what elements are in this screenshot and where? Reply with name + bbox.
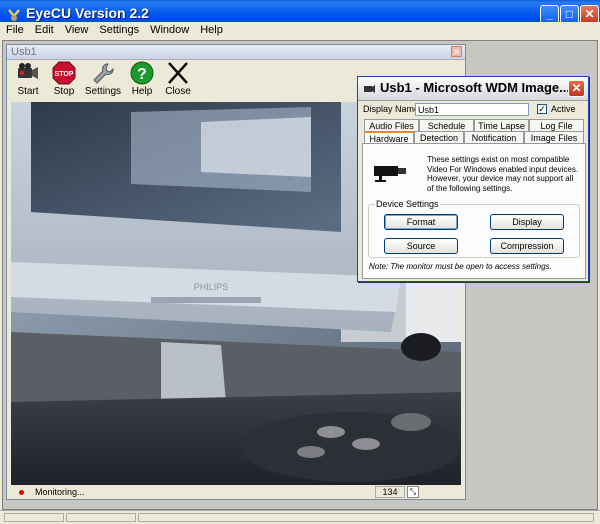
child-title: Usb1: [11, 46, 37, 58]
help-label: Help: [131, 86, 153, 97]
child-close-button[interactable]: ✕: [451, 46, 462, 57]
dialog-close-button[interactable]: ✕: [568, 80, 585, 97]
active-checkbox[interactable]: ✓: [537, 104, 547, 114]
close-button[interactable]: Close: [161, 61, 195, 99]
webcam-icon: [373, 163, 407, 183]
resize-grip-icon[interactable]: ⤡: [407, 486, 419, 498]
device-settings-group: Device Settings Format Display Source Co…: [368, 199, 580, 258]
display-name-input[interactable]: Usb1: [415, 103, 529, 116]
dialog-title-bar[interactable]: Usb1 - Microsoft WDM Image... ✕: [358, 77, 588, 101]
close-x-icon: [165, 61, 191, 85]
menu-edit[interactable]: Edit: [29, 22, 59, 36]
app-status-bar: [0, 510, 600, 524]
camera-icon: [363, 82, 376, 95]
tab-schedule[interactable]: Schedule: [419, 119, 474, 131]
child-status-bar: Monitoring... 134 ⤡: [11, 486, 461, 499]
monitoring-status: Monitoring...: [35, 487, 85, 497]
device-settings-group-label: Device Settings: [375, 199, 440, 209]
active-label: Active: [551, 104, 576, 114]
menu-view[interactable]: View: [59, 22, 94, 36]
dialog-title: Usb1 - Microsoft WDM Image...: [380, 80, 570, 95]
stop-sign-text: STOP: [55, 71, 74, 78]
settings-button[interactable]: Settings: [83, 61, 123, 99]
frame-counter: 134: [375, 486, 405, 498]
menu-settings[interactable]: Settings: [93, 22, 144, 36]
tab-row-front: Hardware Detection Notification Image Fi…: [364, 131, 584, 144]
app-title: EyeCU Version 2.2: [26, 5, 149, 21]
camera-icon: [15, 61, 41, 85]
display-name-label: Display Name:: [363, 104, 422, 114]
tab-log-file[interactable]: Log File: [529, 119, 584, 131]
tab-audio-files[interactable]: Audio Files: [364, 119, 419, 131]
dialog-note: Note: The monitor must be open to access…: [369, 262, 552, 271]
toolbar: Start STOP Stop Settings ? Help Close: [11, 61, 199, 99]
status-segment: [138, 513, 594, 522]
display-name-row: Display Name: Usb1 ✓ Active: [362, 103, 586, 117]
compression-button[interactable]: Compression: [490, 238, 564, 254]
tab-row-back: Audio Files Schedule Time Lapse Log File: [364, 119, 584, 131]
hardware-tab-panel: These settings exist on most compatible …: [362, 143, 586, 279]
eyecu-app-icon: [6, 7, 22, 23]
source-button[interactable]: Source: [384, 238, 458, 254]
stop-button[interactable]: STOP Stop: [47, 61, 81, 99]
display-button[interactable]: Display: [490, 214, 564, 230]
hardware-info-text: These settings exist on most compatible …: [427, 155, 579, 193]
help-icon-text: ?: [137, 66, 147, 83]
menu-window[interactable]: Window: [144, 22, 194, 36]
stop-sign-icon: STOP: [51, 61, 77, 85]
stop-label: Stop: [53, 86, 75, 97]
format-button[interactable]: Format: [384, 214, 458, 230]
recording-status-icon: [19, 490, 24, 495]
start-label: Start: [17, 86, 39, 97]
tab-image-files[interactable]: Image Files: [524, 131, 584, 143]
tab-notification[interactable]: Notification: [464, 131, 524, 143]
wrench-icon: [90, 61, 116, 85]
monitor-brand-text: PHILIPS: [194, 282, 229, 292]
settings-label: Settings: [84, 86, 122, 97]
menu-help[interactable]: Help: [194, 22, 228, 36]
help-icon: ?: [129, 61, 155, 85]
status-segment: [4, 513, 64, 522]
child-title-bar[interactable]: Usb1 ✕: [7, 45, 465, 60]
tab-time-lapse[interactable]: Time Lapse: [474, 119, 529, 131]
start-button[interactable]: Start: [11, 61, 45, 99]
menu-file[interactable]: File: [0, 22, 29, 36]
menu-bar: File Edit View Settings Window Help: [0, 22, 600, 40]
device-settings-dialog: Usb1 - Microsoft WDM Image... ✕ Display …: [357, 76, 589, 282]
tab-detection[interactable]: Detection: [414, 131, 464, 143]
close-label: Close: [165, 86, 191, 97]
status-segment: [66, 513, 136, 522]
help-button[interactable]: ? Help: [125, 61, 159, 99]
